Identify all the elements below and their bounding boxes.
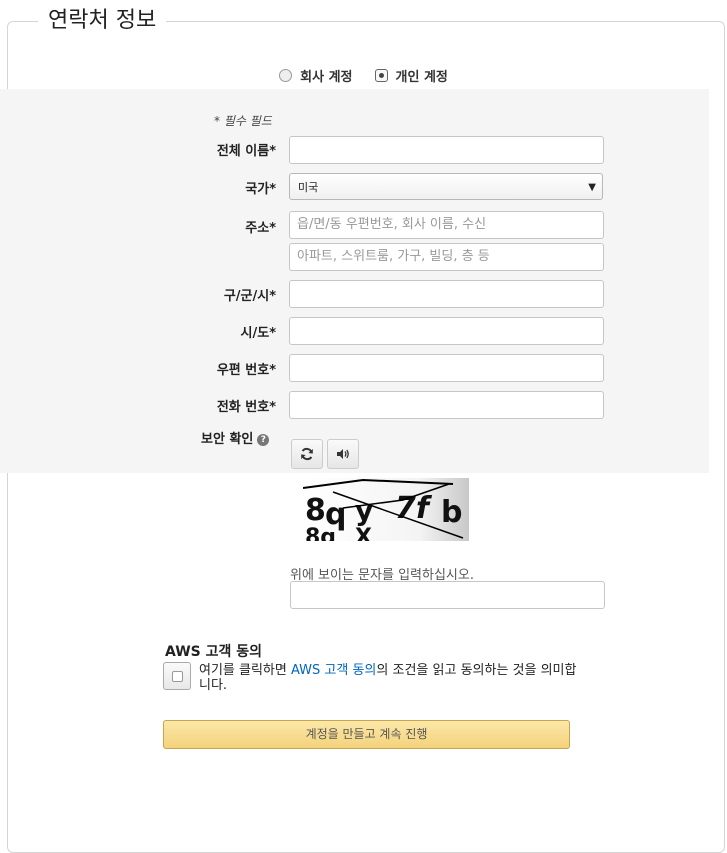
agreement-text-before: 여기를 클릭하면 [199, 663, 291, 678]
radio-personal-account[interactable]: 개인 계정 [374, 66, 448, 85]
postal-code-input[interactable] [289, 354, 604, 382]
agreement-link[interactable]: AWS 고객 동의 [291, 663, 376, 678]
address-line1-placeholder: 읍/면/동 우편번호, 회사 이름, 수신 [297, 217, 487, 232]
radio-company-account[interactable]: 회사 계정 [279, 66, 353, 85]
country-select[interactable]: 미국 ▼ [289, 173, 603, 200]
security-check-text: 보안 확인 [201, 432, 254, 447]
phone-label: 전화 번호* [216, 400, 276, 415]
chevron-down-icon: ▼ [588, 182, 596, 193]
address-line2-input[interactable]: 아파트, 스위트룸, 가구, 빌딩, 층 등 [289, 243, 604, 271]
required-note: * 필수 필드 [214, 114, 272, 128]
country-label: 국가* [245, 182, 276, 197]
captcha-image: 8 q y 7f b 8q X [303, 478, 469, 541]
svg-text:b: b [441, 495, 462, 530]
speaker-icon [337, 449, 349, 459]
city-label: 구/군/시* [223, 289, 276, 304]
create-account-button[interactable]: 계정을 만들고 계속 진행 [163, 720, 570, 749]
radio-button-selected[interactable] [374, 69, 388, 82]
refresh-icon [301, 447, 313, 461]
state-label: 시/도* [240, 326, 276, 341]
full-name-label: 전체 이름* [216, 144, 276, 159]
captcha-refresh-button[interactable] [291, 439, 323, 469]
svg-text:8q: 8q [305, 525, 336, 541]
address-label: 주소* [245, 221, 276, 236]
agreement-checkbox[interactable] [163, 662, 191, 690]
country-value: 미국 [298, 181, 319, 194]
svg-text:X: X [355, 525, 372, 541]
address-line2-placeholder: 아파트, 스위트룸, 가구, 빌딩, 층 등 [297, 249, 490, 264]
radio-label: 회사 계정 [300, 70, 353, 85]
phone-input[interactable] [289, 391, 604, 419]
captcha-audio-button[interactable] [327, 439, 359, 469]
security-check-label: 보안 확인? [201, 428, 270, 447]
help-icon[interactable]: ? [257, 433, 270, 446]
agreement-text: 여기를 클릭하면 AWS 고객 동의의 조건을 읽고 동의하는 것을 의미합니다… [199, 663, 579, 693]
full-name-input[interactable] [289, 136, 604, 164]
postal-code-label: 우편 번호* [216, 363, 276, 378]
address-line1-input[interactable]: 읍/면/동 우편번호, 회사 이름, 수신 [289, 211, 604, 239]
radio-button[interactable] [279, 69, 293, 82]
checkbox-box[interactable] [171, 670, 183, 682]
svg-text:8: 8 [305, 493, 326, 528]
agreement-title: AWS 고객 동의 [165, 644, 262, 660]
radio-label: 개인 계정 [395, 70, 448, 85]
account-type-group: 회사 계정 개인 계정 [0, 66, 727, 86]
captcha-input[interactable] [290, 581, 605, 609]
svg-text:y: y [355, 494, 373, 527]
city-input[interactable] [289, 280, 604, 308]
state-input[interactable] [289, 317, 604, 345]
section-title: 연락처 정보 [38, 4, 167, 38]
